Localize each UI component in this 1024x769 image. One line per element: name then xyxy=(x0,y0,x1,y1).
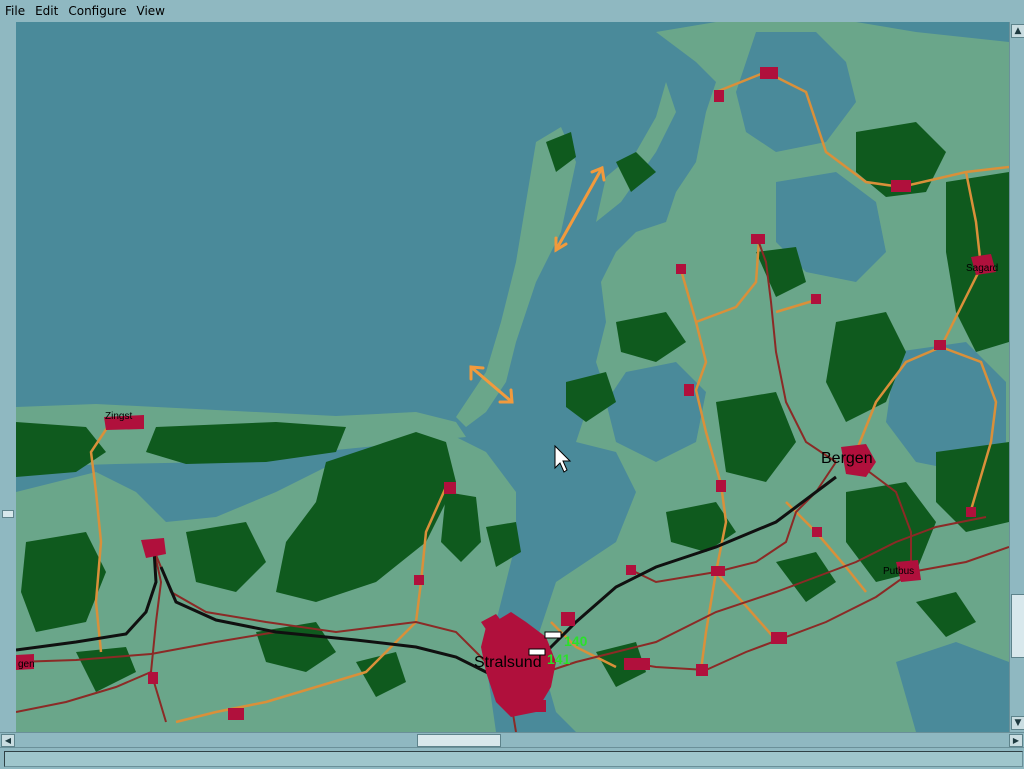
horizontal-scrollbar[interactable]: ◀ ▶ xyxy=(0,732,1024,747)
menu-file[interactable]: File xyxy=(0,0,30,22)
map-view[interactable]: Zingst Sagard Bergen Putbus Stralsund ge… xyxy=(16,22,1009,732)
menu-view[interactable]: View xyxy=(132,0,170,22)
left-scrollbar[interactable] xyxy=(0,22,17,732)
train-number-1: 140 xyxy=(564,633,588,649)
map-canvas[interactable]: Zingst Sagard Bergen Putbus Stralsund ge… xyxy=(16,22,1009,732)
label-gen: gen xyxy=(18,659,35,670)
menu-configure[interactable]: Configure xyxy=(63,0,131,22)
label-putbus: Putbus xyxy=(883,566,914,577)
label-zingst: Zingst xyxy=(105,411,132,422)
status-bar xyxy=(0,747,1024,769)
label-bergen: Bergen xyxy=(821,450,873,467)
right-scrollbar-thumb[interactable] xyxy=(1011,594,1024,658)
status-text xyxy=(4,751,1023,767)
train-icon-1 xyxy=(544,631,562,639)
label-sagard: Sagard xyxy=(966,263,998,274)
scroll-left-arrow-icon[interactable]: ◀ xyxy=(1,734,15,747)
scroll-down-arrow-icon[interactable]: ▼ xyxy=(1011,716,1024,730)
right-scrollbar[interactable]: ▲ ▼ xyxy=(1009,22,1024,732)
label-stralsund: Stralsund xyxy=(474,654,542,671)
menu-bar: File Edit Configure View xyxy=(0,0,1024,23)
scroll-right-arrow-icon[interactable]: ▶ xyxy=(1009,734,1023,747)
horizontal-scrollbar-thumb[interactable] xyxy=(417,734,501,747)
train-number-2: 141 xyxy=(547,651,571,667)
menu-edit[interactable]: Edit xyxy=(30,0,63,22)
scroll-up-arrow-icon[interactable]: ▲ xyxy=(1011,24,1024,38)
left-scrollbar-thumb[interactable] xyxy=(2,510,14,518)
